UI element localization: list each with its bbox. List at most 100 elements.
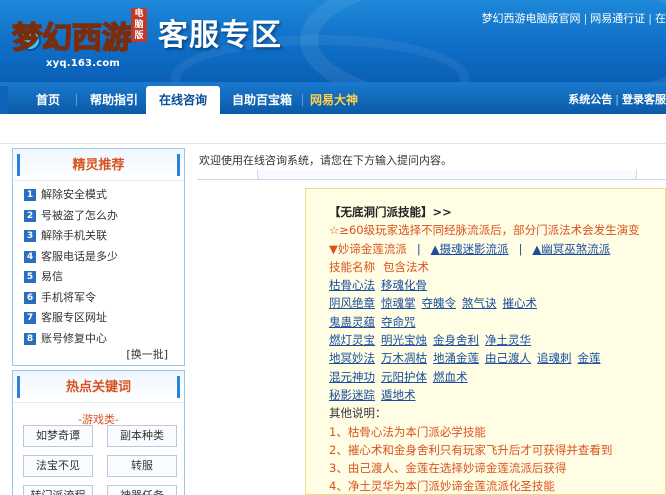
recommend-title-bar: 精灵推荐 [13,149,184,181]
question-number: 8 [24,332,36,345]
passport-link[interactable]: 网易通行证 [590,12,645,25]
sub-bar [0,114,666,144]
official-site-link[interactable]: 梦幻西游电脑版官网 [482,12,581,25]
question-list: 1 解除安全模式 2 号被盗了怎么办 3 解除手机关联 4 客服电话是多少 5 易信 6手… [13,181,184,349]
keyword-button[interactable]: 副本种类 [107,425,177,447]
spell-link[interactable]: 追魂刺 [537,351,572,365]
title-accent [177,376,180,398]
skill-link[interactable]: 鬼蛊灵蕴 [329,315,375,329]
nav-item-online-consult[interactable]: 在线咨询 [146,86,220,114]
question-input-area [197,170,666,180]
edition-badge: 电脑版 [131,8,147,42]
main-nav: 首页 帮助指引 在线咨询 自助百宝箱 网易大神 系统公告 | 登录客服 [0,82,666,114]
school-link[interactable]: ▼妙谛金莲流派 [329,242,407,256]
spell-link[interactable]: 元阳护体 [381,370,427,384]
keyword-button[interactable]: 如梦奇谭 [23,425,93,447]
spell-link[interactable]: 摧心术 [503,296,538,310]
keywords-title: 热点关键词 [65,380,131,395]
spell-link[interactable]: 遁地术 [381,388,416,402]
nav-item-dashen[interactable]: 网易大神 [306,86,362,114]
question-item[interactable]: 6 手机将军令 [13,288,184,309]
spell-link[interactable]: 金莲 [578,351,601,365]
skill-link[interactable]: 燃灯灵宝 [329,333,375,347]
school-link[interactable]: ▲幽冥巫煞流派 [532,242,610,256]
skill-link[interactable]: 地冥妙法 [329,351,375,365]
question-item[interactable]: 3 解除手机关联 [13,226,184,247]
note-item: 1、枯骨心法为本门派必学技能 [329,424,486,439]
keyword-button[interactable]: 法宝不见 [23,455,93,477]
divider: | [615,93,619,106]
sidebar: 精灵推荐 1 解除安全模式 2 号被盗了怎么办 3 解除手机关联 4 客服电话是多少 5… [12,148,185,495]
skill-row: 阴风绝章 惊魂掌 夺魄令 煞气诀 摧心术 [329,294,665,312]
skill-link[interactable]: 混元神功 [329,370,375,384]
spell-link[interactable]: 夺命咒 [381,315,416,329]
note-item: 4、净土灵华为本门派妙谛金莲流派化圣技能 [329,479,555,494]
question-item[interactable]: 2 号被盗了怎么办 [13,206,184,227]
answer-panel: 【无底洞门派技能】>> ☆≥60级玩家选择不同经脉流派后，部分门派法术会发生演变… [305,188,666,495]
skill-row: 枯骨心法 移魂化骨 [329,276,665,294]
spell-link[interactable]: 地涌金莲 [433,351,479,365]
question-item[interactable]: 4 客服电话是多少 [13,247,184,268]
nav-right-links: 系统公告 | 登录客服 [568,86,666,114]
question-number: 3 [24,230,36,242]
consult-main: 欢迎使用在线咨询系统，请您在下方输入提问内容。 【无底洞门派技能】>> ☆≥60… [191,148,666,495]
spell-link[interactable]: 金身舍利 [433,333,479,347]
answer-title: 【无底洞门派技能】>> [329,205,452,219]
skill-row: 秘影迷踪 遁地术 [329,386,665,404]
skill-link[interactable]: 秘影迷踪 [329,388,375,402]
site-domain: xyq.163.com [46,58,121,69]
welcome-message: 欢迎使用在线咨询系统，请您在下方输入提问内容。 [199,154,452,167]
online-link[interactable]: 在 [655,12,666,25]
divider: | [583,12,588,25]
keyword-button[interactable]: 神器任务 [107,485,177,495]
question-input[interactable] [257,170,637,180]
spell-link[interactable]: 惊魂掌 [381,296,416,310]
nav-item-help[interactable]: 帮助指引 [82,86,146,114]
spell-link[interactable]: 由己渡人 [485,351,531,365]
spell-link[interactable]: 燃血术 [433,370,468,384]
skill-link[interactable]: 阴风绝章 [329,296,375,310]
question-number: 2 [24,209,36,222]
keyword-button[interactable]: 转门派流程 [23,485,93,495]
spell-link[interactable]: 移魂化骨 [381,278,427,292]
nav-item-home[interactable]: 首页 [26,86,70,114]
keyword-button[interactable]: 转服 [107,455,177,477]
spell-link[interactable]: 万木凋枯 [381,351,427,365]
skill-row: 燃灯灵宝 明光宝烛 金身舍利 净土灵华 [329,331,665,349]
school-links: ▼妙谛金莲流派 | ▲摄魂迷影流派 | ▲幽冥巫煞流派 [329,240,665,258]
spell-link[interactable]: 净土灵华 [485,333,531,347]
question-text: 解除手机关联 [41,229,107,242]
nav-divider [302,94,303,106]
divider: | [648,12,652,25]
question-item[interactable]: 1 解除安全模式 [13,185,184,206]
site-header: 梦幻西游 电脑版 xyq.163.com 客服专区 梦幻西游电脑版官网 | 网易通行… [0,0,666,82]
question-text: 客服专区网址 [41,311,107,324]
login-support-link[interactable]: 登录客服 [622,93,666,106]
svg-text:梦幻西游: 梦幻西游 [12,21,132,56]
notes-title: 其他说明： [329,406,387,421]
header-spells: 包含法术 [383,259,429,274]
question-number: 1 [24,189,36,201]
spell-link[interactable]: 夺魄令 [422,296,457,310]
question-number: 6 [24,291,36,304]
note-item: 2、摧心术和金身舍利只有玩家飞升后才可获得并查看到 [329,442,613,457]
answer-notice: ☆≥60级玩家选择不同经脉流派后，部分门派法术会发生演变 [329,223,640,238]
title-accent [17,154,20,176]
spell-link[interactable]: 明光宝烛 [381,333,427,347]
header-skill-name: 技能名称 [329,259,375,274]
school-link[interactable]: ▲摄魂迷影流派 [431,242,509,256]
nav-item-self-service[interactable]: 自助百宝箱 [224,86,300,114]
skill-link[interactable]: 枯骨心法 [329,278,375,292]
spell-link[interactable]: 煞气诀 [462,296,497,310]
question-number: 7 [24,312,36,324]
question-text: 手机将军令 [41,290,96,304]
top-links: 梦幻西游电脑版官网 | 网易通行证 | 在 [482,10,666,26]
system-notice-link[interactable]: 系统公告 [568,93,612,106]
question-text: 易信 [41,270,63,283]
question-item[interactable]: 7 客服专区网址 [13,308,184,329]
skill-row: 地冥妙法 万木凋枯 地涌金莲 由己渡人 追魂刺 金莲 [329,349,665,367]
question-item[interactable]: 5 易信 [13,267,184,288]
title-accent [17,376,20,398]
question-text: 客服电话是多少 [41,249,118,263]
refresh-batch-link[interactable]: [换一批] [126,346,168,362]
